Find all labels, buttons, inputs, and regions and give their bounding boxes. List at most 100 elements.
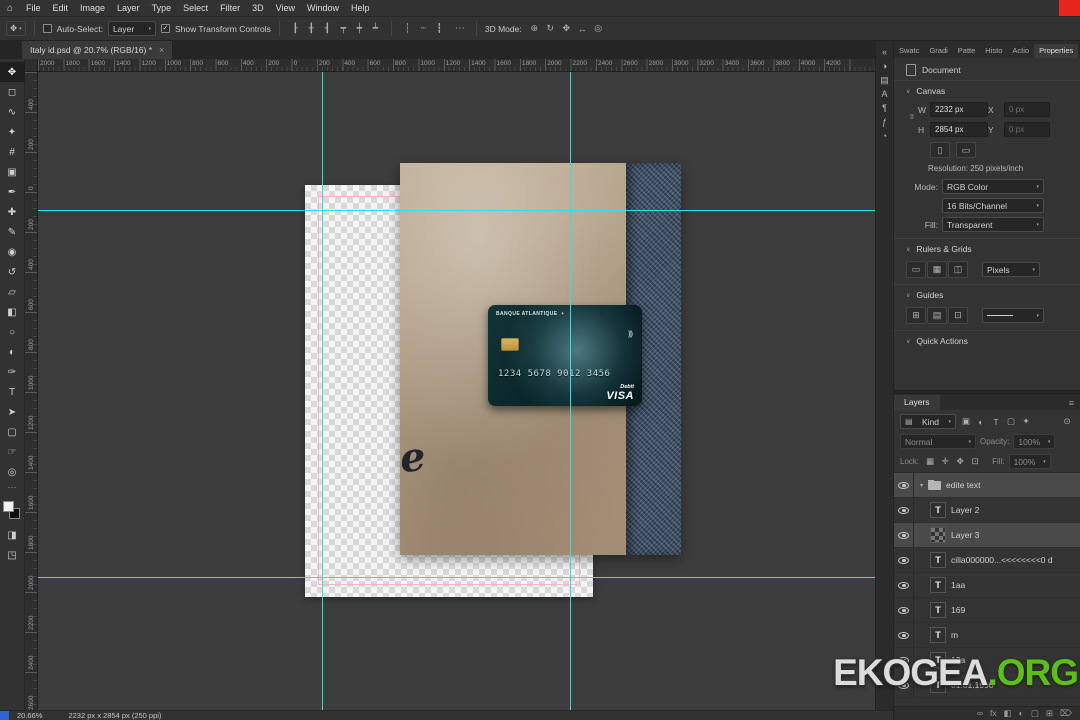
- 3d-mode-icon[interactable]: ↔: [575, 21, 590, 36]
- layer-visibility-toggle[interactable]: [894, 498, 914, 522]
- 1aa[interactable]: ▾ T 1aa: [894, 573, 1080, 598]
- guide-horizontal-1[interactable]: [38, 210, 875, 211]
- layer-visibility-toggle[interactable]: [894, 473, 914, 497]
- link-dimensions-icon[interactable]: ∞: [908, 114, 917, 126]
- tool-button[interactable]: ○: [0, 322, 25, 342]
- tool-button[interactable]: ✒: [0, 182, 25, 202]
- tool-button[interactable]: ▣: [0, 162, 25, 182]
- guide-horizontal-2[interactable]: [38, 577, 875, 578]
- group-expander-icon[interactable]: ▾: [920, 482, 923, 489]
- menu-item[interactable]: Filter: [214, 0, 246, 16]
- guide-style-dropdown[interactable]: ▾: [982, 308, 1044, 323]
- filter-toggle-icon[interactable]: ⊙: [1060, 415, 1074, 429]
- close-icon[interactable]: ×: [159, 45, 164, 55]
- ruler-corner[interactable]: [25, 59, 38, 72]
- layers-footer-icon[interactable]: ⊞: [1046, 709, 1053, 718]
- tool-button[interactable]: ✎: [0, 222, 25, 242]
- quick-mask-button[interactable]: ◨: [0, 525, 25, 545]
- tool-button[interactable]: #: [0, 142, 25, 162]
- edit-toolbar-icon[interactable]: ⋯: [8, 482, 17, 496]
- zoom-level[interactable]: 20.66%: [17, 711, 42, 720]
- vertical-ruler[interactable]: 400 200 0 200 400 600 800 1000 1200 1400 1600 1800 2…: [25, 72, 38, 710]
- distribute-icon[interactable]: ┇: [432, 21, 447, 36]
- panel-rail-icon[interactable]: ▤: [877, 73, 893, 87]
- distribute-icon[interactable]: ┄: [416, 21, 431, 36]
- tool-button[interactable]: ✦: [0, 122, 25, 142]
- guide-option-icon[interactable]: ⊞: [906, 307, 926, 324]
- rulers-grids-section-header[interactable]: ∨ Rulers & Grids: [894, 238, 1080, 258]
- align-icon[interactable]: ┷: [368, 21, 383, 36]
- guide-vertical-2[interactable]: [570, 72, 571, 710]
- more-options-icon[interactable]: ⋯: [452, 23, 468, 34]
- 169[interactable]: ▾ T 169: [894, 598, 1080, 623]
- panel-rail-icon[interactable]: ƒ: [877, 115, 893, 129]
- panel-rail-icon[interactable]: ◔: [877, 129, 893, 143]
- opacity-dropdown[interactable]: 100% ▾: [1013, 434, 1056, 449]
- layers-footer-icon[interactable]: ⌦: [1060, 709, 1072, 718]
- Layer 3[interactable]: ▾ T Layer 3: [894, 523, 1080, 548]
- guide-option-icon[interactable]: ⊡: [948, 307, 968, 324]
- layer-visibility-toggle[interactable]: [894, 548, 914, 572]
- menu-item[interactable]: Select: [177, 0, 214, 16]
- m[interactable]: ▾ T m: [894, 623, 1080, 648]
- menu-item[interactable]: Type: [146, 0, 178, 16]
- Layer 2[interactable]: ▾ T Layer 2: [894, 498, 1080, 523]
- layer-filter-icon[interactable]: ◐: [974, 415, 988, 429]
- panel-tab[interactable]: Histo: [980, 44, 1007, 58]
- align-icon[interactable]: ┨: [320, 21, 335, 36]
- lock-icon[interactable]: ▦: [923, 455, 937, 469]
- units-dropdown[interactable]: Pixels ▾: [982, 262, 1040, 277]
- guide-vertical-1[interactable]: [322, 72, 323, 710]
- layer-fill-dropdown[interactable]: 100% ▾: [1008, 454, 1051, 469]
- edite text[interactable]: ▾ T edite text: [894, 473, 1080, 498]
- tool-button[interactable]: ✚: [0, 202, 25, 222]
- layers-footer-icon[interactable]: ∞: [977, 709, 983, 718]
- layers-footer-icon[interactable]: fx: [990, 709, 997, 718]
- layer-visibility-toggle[interactable]: [894, 623, 914, 647]
- tool-button[interactable]: ▢: [0, 422, 25, 442]
- menu-item[interactable]: Window: [301, 0, 345, 16]
- mode-dropdown[interactable]: RGB Color ▾: [942, 179, 1044, 194]
- y-field[interactable]: 0 px: [1004, 122, 1050, 137]
- panel-tab[interactable]: Swatc: [894, 44, 924, 58]
- panel-tab[interactable]: Actio: [1007, 44, 1034, 58]
- screen-mode-button[interactable]: ◳: [0, 545, 25, 565]
- tool-button[interactable]: ☞: [0, 442, 25, 462]
- tool-button[interactable]: ➤: [0, 402, 25, 422]
- guide-option-icon[interactable]: ▤: [927, 307, 947, 324]
- tool-button[interactable]: ◧: [0, 302, 25, 322]
- cilla000000...<<<<<<<<0 d[interactable]: ▾ T cilla000000...<<<<<<<<0 d: [894, 548, 1080, 573]
- tool-button[interactable]: ◎: [0, 462, 25, 482]
- home-icon[interactable]: ⌂: [0, 3, 20, 14]
- canvas-viewport[interactable]: BANQUE ATLANTIQUE ✦ ))) 1234 5678 9012 3…: [38, 72, 875, 710]
- menu-item[interactable]: View: [270, 0, 301, 16]
- panel-tab[interactable]: Patte: [953, 44, 981, 58]
- 3d-mode-icon[interactable]: ↻: [543, 21, 558, 36]
- align-icon[interactable]: ┠: [288, 21, 303, 36]
- panel-rail-icon[interactable]: «: [877, 45, 893, 59]
- document-tab[interactable]: Italy id.psd @ 20.7% (RGB/16) * ×: [22, 41, 174, 59]
- layers-footer-icon[interactable]: ◐: [1019, 709, 1024, 718]
- panel-tab[interactable]: Properties: [1034, 44, 1079, 58]
- tool-preset-picker[interactable]: ✥ ▾: [6, 21, 26, 36]
- height-field[interactable]: 2854 px: [930, 122, 988, 137]
- panel-menu-icon[interactable]: ≡: [1063, 398, 1080, 410]
- menu-item[interactable]: 3D: [246, 0, 270, 16]
- menu-item[interactable]: Image: [74, 0, 111, 16]
- ruler-option-icon[interactable]: ◫: [948, 261, 968, 278]
- layers-tab[interactable]: Layers: [894, 395, 940, 410]
- guides-section-header[interactable]: ∨ Guides: [894, 284, 1080, 304]
- lock-icon[interactable]: ✥: [953, 455, 967, 469]
- ruler-option-icon[interactable]: ▦: [927, 261, 947, 278]
- panel-rail-icon[interactable]: ¶: [877, 101, 893, 115]
- layer-filter-icon[interactable]: ▢: [1004, 415, 1018, 429]
- layers-footer-icon[interactable]: ▢: [1031, 709, 1039, 718]
- foreground-color-swatch[interactable]: [2, 501, 14, 512]
- layer-visibility-toggle[interactable]: [894, 598, 914, 622]
- tool-button[interactable]: ◉: [0, 242, 25, 262]
- tool-button[interactable]: ◻: [0, 82, 25, 102]
- x-field[interactable]: 0 px: [1004, 102, 1050, 117]
- orientation-icon[interactable]: ▭: [956, 142, 976, 158]
- quick-actions-section-header[interactable]: ∨ Quick Actions: [894, 330, 1080, 350]
- lock-icon[interactable]: ✛: [938, 455, 952, 469]
